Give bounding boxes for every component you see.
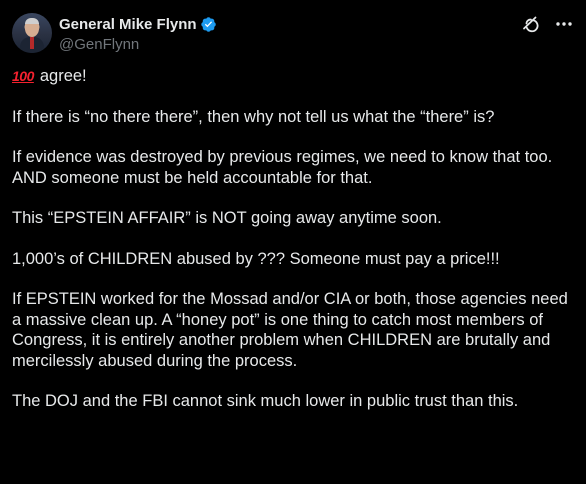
handle[interactable]: @GenFlynn bbox=[59, 36, 217, 53]
hundred-points-emoji: 100 bbox=[12, 68, 34, 84]
tweet-paragraph-4: This “EPSTEIN AFFAIR” is NOT going away … bbox=[12, 209, 442, 227]
tweet-paragraph-text: agree! bbox=[39, 67, 87, 85]
tweet-paragraph-3: If evidence was destroyed by previous re… bbox=[12, 148, 553, 187]
display-name-row: General Mike Flynn bbox=[59, 14, 217, 34]
grok-icon[interactable] bbox=[520, 14, 540, 34]
verified-badge-icon[interactable] bbox=[200, 16, 217, 33]
tweet-card: General Mike Flynn @GenFlynn 100 agree! … bbox=[0, 0, 586, 484]
tweet-text: 100 agree! If there is “no there there”, … bbox=[12, 66, 576, 432]
avatar[interactable] bbox=[12, 13, 52, 53]
author-info: General Mike Flynn @GenFlynn bbox=[59, 14, 217, 53]
more-icon[interactable] bbox=[554, 14, 574, 34]
header-actions bbox=[520, 14, 574, 34]
tweet-paragraph-1: 100 agree! bbox=[12, 66, 576, 87]
tweet-paragraph-5: 1,000’s of CHILDREN abused by ??? Someon… bbox=[12, 249, 500, 268]
tweet-paragraph-2: If there is “no there there”, then why n… bbox=[12, 107, 495, 126]
tweet-header: General Mike Flynn @GenFlynn bbox=[12, 10, 574, 58]
tweet-paragraph-7: The DOJ and the FBI cannot sink much low… bbox=[12, 392, 519, 410]
display-name[interactable]: General Mike Flynn bbox=[59, 16, 197, 33]
tweet-paragraph-6: If EPSTEIN worked for the Mossad and/or … bbox=[12, 290, 568, 370]
